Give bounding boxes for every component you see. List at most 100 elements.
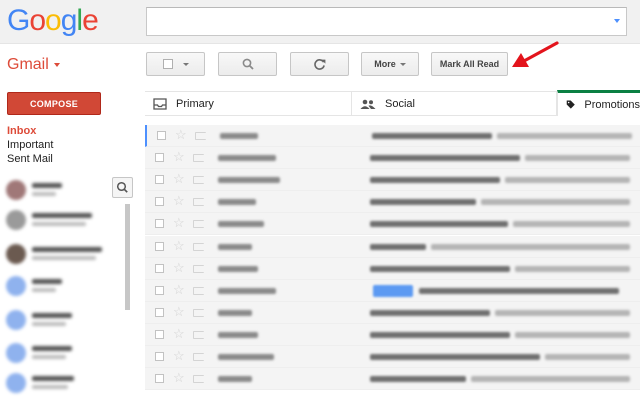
email-row[interactable]: ☆: [145, 279, 640, 302]
contact-status: [32, 222, 86, 226]
contact-name: [32, 346, 72, 351]
star-icon[interactable]: ☆: [173, 371, 185, 385]
email-snippet: [481, 199, 630, 206]
star-icon[interactable]: ☆: [173, 282, 185, 297]
refresh-icon: [314, 58, 326, 70]
importance-marker-icon[interactable]: [193, 286, 204, 295]
tab-promotions-label: Promotions: [584, 98, 640, 111]
email-row[interactable]: ☆: [145, 147, 640, 170]
chat-contact[interactable]: [6, 210, 126, 232]
star-icon[interactable]: ☆: [173, 216, 185, 230]
email-row[interactable]: ☆: [145, 368, 640, 391]
email-row[interactable]: ☆: [145, 213, 640, 236]
star-icon[interactable]: ☆: [173, 260, 185, 275]
importance-marker-icon[interactable]: [193, 308, 204, 317]
email-snippet: [471, 376, 630, 383]
star-icon[interactable]: ☆: [173, 172, 185, 186]
email-subject: [372, 133, 492, 139]
star-icon[interactable]: ☆: [175, 128, 187, 142]
chat-contact[interactable]: [6, 244, 126, 266]
pointer-arrow-icon: [512, 41, 559, 67]
tab-promotions[interactable]: Promotions: [557, 90, 640, 116]
email-subject: [370, 177, 500, 184]
contact-status: [32, 288, 56, 292]
row-checkbox[interactable]: [155, 307, 164, 317]
importance-marker-icon[interactable]: [195, 132, 206, 140]
email-snippet: [497, 133, 632, 139]
email-sender: [220, 133, 258, 139]
email-subject: [370, 155, 520, 162]
importance-marker-icon[interactable]: [193, 353, 204, 361]
email-row[interactable]: ☆: [145, 169, 640, 192]
sidebar-item-important[interactable]: Important: [7, 138, 53, 152]
importance-marker-icon[interactable]: [193, 264, 204, 273]
gmail-menu-label: Gmail: [7, 56, 49, 73]
avatar: [6, 373, 26, 393]
google-logo[interactable]: Google: [7, 4, 99, 38]
row-checkbox[interactable]: [155, 263, 164, 273]
chat-contact[interactable]: [6, 373, 126, 395]
star-icon[interactable]: ☆: [173, 304, 185, 319]
email-row[interactable]: ☆: [145, 301, 640, 324]
email-subject: [419, 287, 619, 294]
star-icon[interactable]: ☆: [173, 326, 185, 341]
select-all-button[interactable]: [146, 52, 205, 76]
tag-icon: [566, 100, 575, 109]
star-icon[interactable]: ☆: [173, 150, 185, 164]
email-label-badge: [373, 284, 413, 297]
row-checkbox[interactable]: [155, 352, 164, 361]
importance-marker-icon[interactable]: [193, 375, 204, 384]
row-checkbox[interactable]: [155, 241, 164, 251]
row-checkbox[interactable]: [155, 175, 164, 185]
importance-marker-icon[interactable]: [193, 154, 204, 163]
importance-marker-icon[interactable]: [193, 198, 204, 207]
more-button[interactable]: More: [361, 52, 419, 76]
importance-marker-icon[interactable]: [193, 330, 204, 339]
email-row[interactable]: ☆: [145, 323, 640, 346]
row-checkbox[interactable]: [155, 374, 164, 384]
compose-button[interactable]: COMPOSE: [7, 92, 101, 115]
email-snippet: [525, 155, 630, 162]
chat-contact[interactable]: [6, 343, 126, 365]
row-checkbox[interactable]: [157, 131, 166, 140]
tab-primary[interactable]: Primary: [145, 92, 352, 116]
search-input[interactable]: [146, 7, 627, 36]
row-checkbox[interactable]: [155, 285, 164, 295]
importance-marker-icon[interactable]: [193, 242, 204, 251]
sidebar-item-sent-mail[interactable]: Sent Mail: [7, 152, 53, 166]
star-icon[interactable]: ☆: [173, 194, 185, 208]
star-icon[interactable]: ☆: [173, 238, 185, 253]
email-snippet: [495, 309, 630, 316]
email-row[interactable]: ☆: [145, 235, 640, 258]
email-row[interactable]: ☆: [145, 191, 640, 214]
gmail-menu[interactable]: Gmail: [7, 56, 60, 74]
email-row[interactable]: ☆: [145, 125, 640, 147]
star-icon[interactable]: ☆: [173, 349, 185, 363]
email-row[interactable]: ☆: [145, 346, 640, 368]
avatar: [6, 343, 26, 363]
refresh-button[interactable]: [290, 52, 349, 76]
mark-all-read-button[interactable]: Mark All Read: [431, 52, 508, 76]
sidebar-nav: Inbox Important Sent Mail: [7, 124, 53, 166]
chat-contact[interactable]: [6, 180, 126, 202]
row-checkbox[interactable]: [155, 329, 164, 339]
email-row[interactable]: ☆: [145, 257, 640, 280]
email-sender: [218, 155, 276, 162]
row-checkbox[interactable]: [155, 153, 164, 163]
search-options-caret-icon[interactable]: [614, 19, 620, 23]
importance-marker-icon[interactable]: [193, 176, 204, 185]
chat-contact[interactable]: [6, 276, 126, 298]
email-subject: [370, 331, 510, 338]
logo-letter: g: [60, 4, 78, 37]
email-subject: [370, 265, 510, 272]
sidebar-item-inbox[interactable]: Inbox: [7, 124, 53, 138]
email-subject: [370, 221, 508, 228]
row-checkbox[interactable]: [155, 197, 164, 207]
importance-marker-icon[interactable]: [193, 220, 204, 229]
search-filter-button[interactable]: [218, 52, 277, 76]
tab-social-label: Social: [385, 98, 415, 110]
row-checkbox[interactable]: [155, 219, 164, 229]
avatar: [6, 244, 26, 264]
chat-contact[interactable]: [6, 310, 126, 332]
tab-social[interactable]: Social: [352, 92, 557, 116]
